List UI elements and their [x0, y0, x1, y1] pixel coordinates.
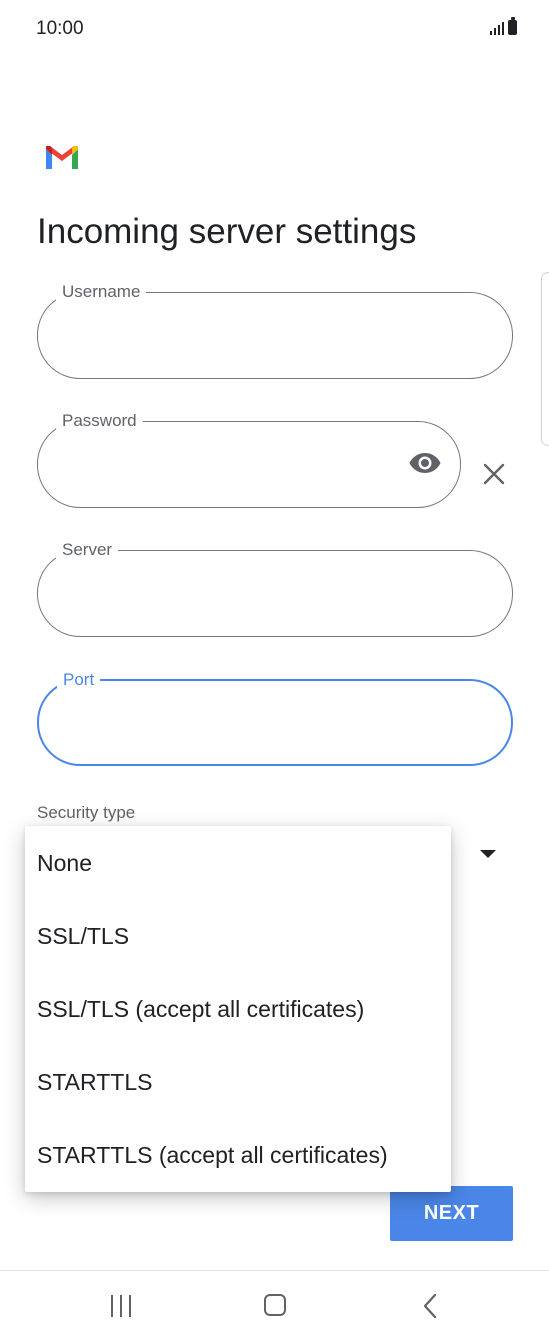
username-field[interactable]: Username [37, 282, 513, 379]
scroll-indicator [541, 272, 549, 446]
status-bar: 10:00 [0, 0, 549, 60]
signal-icon [490, 21, 504, 35]
eye-icon[interactable] [408, 450, 442, 476]
next-button[interactable]: NEXT [390, 1186, 513, 1241]
gmail-logo [46, 146, 78, 169]
server-input[interactable] [62, 573, 351, 596]
recents-icon[interactable] [111, 1295, 131, 1317]
menu-item-starttls[interactable]: STARTTLS [37, 1069, 152, 1096]
battery-icon [508, 17, 517, 35]
status-icons [490, 17, 517, 35]
menu-item-ssl-tls[interactable]: SSL/TLS [37, 923, 129, 950]
menu-item-none[interactable]: None [37, 850, 92, 877]
port-field[interactable]: Port [37, 670, 513, 766]
port-input[interactable] [63, 703, 351, 726]
navigation-bar [0, 1270, 549, 1343]
server-label: Server [56, 540, 119, 560]
password-field[interactable]: Password [37, 411, 461, 508]
status-time: 10:00 [36, 18, 84, 39]
home-icon[interactable] [264, 1294, 286, 1316]
password-label: Password [56, 411, 143, 431]
username-label: Username [56, 282, 147, 302]
security-type-label: Security type [37, 803, 136, 822]
back-icon[interactable] [422, 1293, 438, 1319]
close-icon[interactable] [482, 462, 506, 486]
caret-down-icon[interactable] [480, 850, 496, 858]
port-label: Port [57, 670, 101, 690]
security-type-menu: None SSL/TLS SSL/TLS (accept all certifi… [25, 826, 451, 1192]
password-input[interactable] [62, 444, 320, 467]
username-input[interactable] [62, 315, 351, 338]
server-field[interactable]: Server [37, 540, 513, 637]
page-title: Incoming server settings [37, 212, 417, 251]
menu-item-starttls-accept-all[interactable]: STARTTLS (accept all certificates) [37, 1142, 388, 1169]
menu-item-ssl-tls-accept-all[interactable]: SSL/TLS (accept all certificates) [37, 996, 364, 1023]
